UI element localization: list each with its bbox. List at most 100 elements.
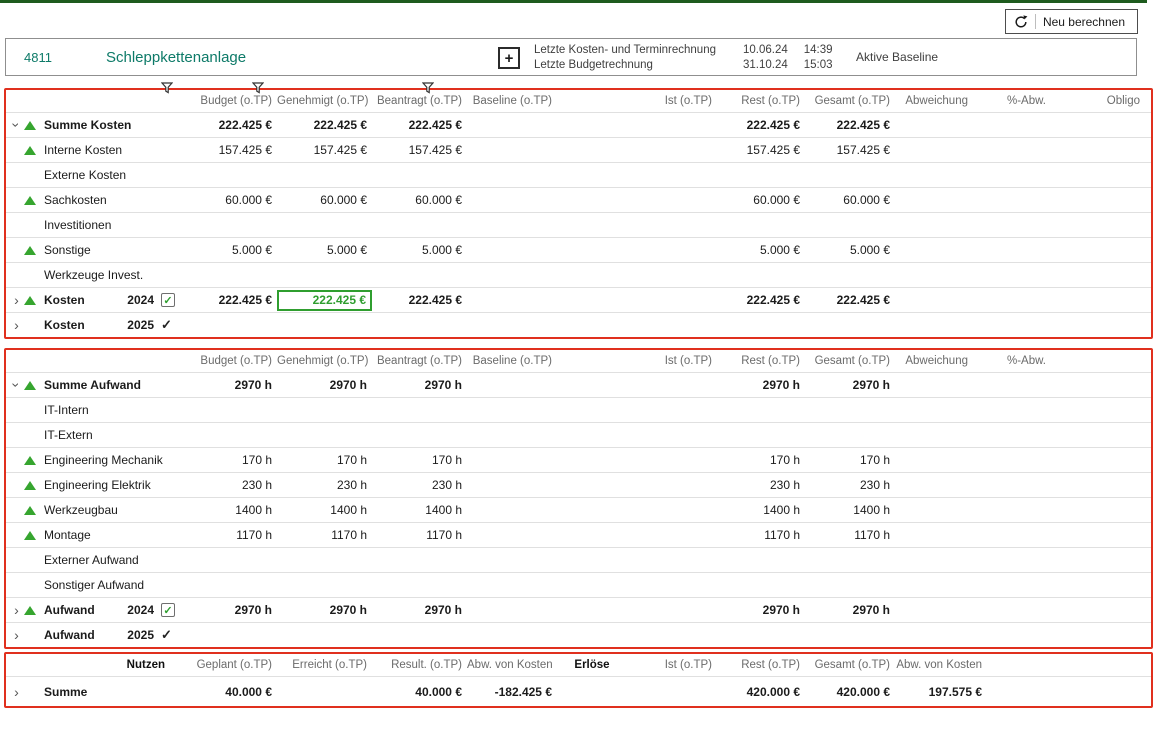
check-slot: ✓ [161,293,181,307]
column-header: Beantragt (o.TP) [372,355,467,367]
last-budget-calc-label: Letzte Budgetrechnung [534,59,653,71]
row-label: Sachkosten [44,193,107,207]
cell-genehmigt-o-tp: 2970 h [277,603,372,617]
row-label-cell: ›Summe Kosten [6,118,189,132]
row-label-cell: Sachkosten [6,193,189,207]
expand-chevron-icon[interactable]: › [9,293,24,307]
column-header: Budget (o.TP) [189,95,277,107]
row-label: Aufwand [44,628,95,642]
row-sonstige[interactable]: Sonstige5.000 €5.000 €5.000 €5.000 €5.00… [6,237,1151,262]
row-it-intern[interactable]: IT-Intern [6,397,1151,422]
cell-genehmigt-o-tp: 222.425 € [277,118,372,132]
row-aufwand-2024[interactable]: ›Aufwand2024✓2970 h2970 h2970 h2970 h297… [6,597,1151,622]
row-label-cell: Externer Aufwand [6,553,189,567]
row-kosten-2024[interactable]: ›Kosten2024✓222.425 €222.425 €222.425 €2… [6,287,1151,312]
row-label: IT-Extern [44,428,93,442]
cell-beantragt-o-tp: 222.425 € [372,118,467,132]
row-kosten-2025[interactable]: ›Kosten2025✓ [6,312,1151,337]
column-header: Result. (o.TP) [372,659,467,671]
expand-chevron-icon[interactable]: › [9,318,24,332]
cell-beantragt-o-tp: 1170 h [372,528,467,542]
expand-chevron-icon[interactable]: › [9,685,24,699]
cell-gesamt-o-tp: 2970 h [805,378,895,392]
funnel-icon[interactable] [422,82,434,94]
row-engineering-mechanik[interactable]: Engineering Mechanik170 h170 h170 h170 h… [6,447,1151,472]
cell-budget-o-tp: 5.000 € [189,243,277,257]
cell-gesamt-o-tp: 60.000 € [805,193,895,207]
cell-gesamt-o-tp: 170 h [805,453,895,467]
collapse-chevron-icon[interactable]: › [10,378,24,392]
row-summe[interactable]: ›Summe40.000 €40.000 €-182.425 €420.000 … [6,676,1151,706]
calculation-labels: Letzte Kosten- und Terminrechnung Letzte… [534,39,716,75]
expand-chevron-icon[interactable]: › [9,603,24,617]
row-werkzeuge-invest[interactable]: Werkzeuge Invest. [6,262,1151,287]
cell-genehmigt-o-tp[interactable]: 222.425 € [277,290,372,311]
column-header: Genehmigt (o.TP) [277,355,372,367]
costs-panel: Budget (o.TP)Genehmigt (o.TP)Beantragt (… [4,88,1153,339]
table-header-row: NutzenGeplant (o.TP)Erreicht (o.TP)Resul… [6,654,1151,676]
row-interne-kosten[interactable]: Interne Kosten157.425 €157.425 €157.425 … [6,137,1151,162]
cell-genehmigt-o-tp: 2970 h [277,378,372,392]
column-header: Erlöse [557,659,627,671]
green-triangle-up-icon [24,296,44,305]
year-checkbox-checked[interactable]: ✓ [161,293,175,307]
expand-plus-button[interactable]: + [498,47,520,69]
cell-result-o-tp: 40.000 € [372,685,467,699]
column-header: Budget (o.TP) [189,355,277,367]
row-sachkosten[interactable]: Sachkosten60.000 €60.000 €60.000 €60.000… [6,187,1151,212]
cell-budget-o-tp: 222.425 € [189,118,277,132]
last-cost-calc-time: 14:39 [804,44,833,56]
funnel-icon[interactable] [252,82,264,94]
row-label: Investitionen [44,218,111,232]
row-label: Werkzeugbau [44,503,118,517]
cell-gesamt-o-tp: 420.000 € [805,685,895,699]
row-summe-kosten[interactable]: ›Summe Kosten222.425 €222.425 €222.425 €… [6,112,1151,137]
row-label-cell: IT-Intern [6,403,189,417]
year-checkbox-checked[interactable]: ✓ [161,603,175,617]
row-externe-kosten[interactable]: Externe Kosten [6,162,1151,187]
row-label: Summe [44,685,87,699]
refresh-icon [1014,15,1028,29]
column-header: Gesamt (o.TP) [805,355,895,367]
column-header: Abweichung [895,355,973,367]
row-summe-aufwand[interactable]: ›Summe Aufwand2970 h2970 h2970 h2970 h29… [6,372,1151,397]
cell-budget-o-tp: 2970 h [189,378,277,392]
button-divider [1035,14,1036,29]
row-label-cell: Investitionen [6,218,189,232]
cell-rest-o-tp: 1400 h [717,503,805,517]
expand-chevron-icon[interactable]: › [9,628,24,642]
row-werkzeugbau[interactable]: Werkzeugbau1400 h1400 h1400 h1400 h1400 … [6,497,1151,522]
row-label-cell: ›Kosten2025✓ [6,317,189,333]
checkmark-icon[interactable]: ✓ [161,317,172,333]
row-engineering-elektrik[interactable]: Engineering Elektrik230 h230 h230 h230 h… [6,472,1151,497]
column-header: Ist (o.TP) [557,355,717,367]
funnel-icon[interactable] [161,82,173,94]
row-externer-aufwand[interactable]: Externer Aufwand [6,547,1151,572]
cell-rest-o-tp: 1170 h [717,528,805,542]
row-label-cell: Werkzeuge Invest. [6,268,189,282]
collapse-chevron-icon[interactable]: › [10,118,24,132]
row-investitionen[interactable]: Investitionen [6,212,1151,237]
checkmark-icon[interactable]: ✓ [161,627,172,643]
project-title: Schleppkettenanlage [106,39,246,75]
recalculate-button[interactable]: Neu berechnen [1005,9,1138,34]
row-it-extern[interactable]: IT-Extern [6,422,1151,447]
green-triangle-up-icon [24,146,44,155]
cell-budget-o-tp: 222.425 € [189,293,277,307]
cell-beantragt-o-tp: 230 h [372,478,467,492]
cell-genehmigt-o-tp: 60.000 € [277,193,372,207]
row-montage[interactable]: Montage1170 h1170 h1170 h1170 h1170 h [6,522,1151,547]
cell-rest-o-tp: 222.425 € [717,118,805,132]
row-aufwand-2025[interactable]: ›Aufwand2025✓ [6,622,1151,647]
cell-rest-o-tp: 230 h [717,478,805,492]
cell-rest-o-tp: 2970 h [717,378,805,392]
cell-beantragt-o-tp: 5.000 € [372,243,467,257]
benefit-panel: NutzenGeplant (o.TP)Erreicht (o.TP)Resul… [4,652,1153,708]
cell-budget-o-tp: 170 h [189,453,277,467]
row-sonstiger-aufwand[interactable]: Sonstiger Aufwand [6,572,1151,597]
green-triangle-up-icon [24,381,44,390]
row-label-cell: ›Aufwand2024✓ [6,603,189,617]
green-triangle-up-icon [24,506,44,515]
cell-rest-o-tp: 157.425 € [717,143,805,157]
column-header: Obligo [1051,95,1145,107]
